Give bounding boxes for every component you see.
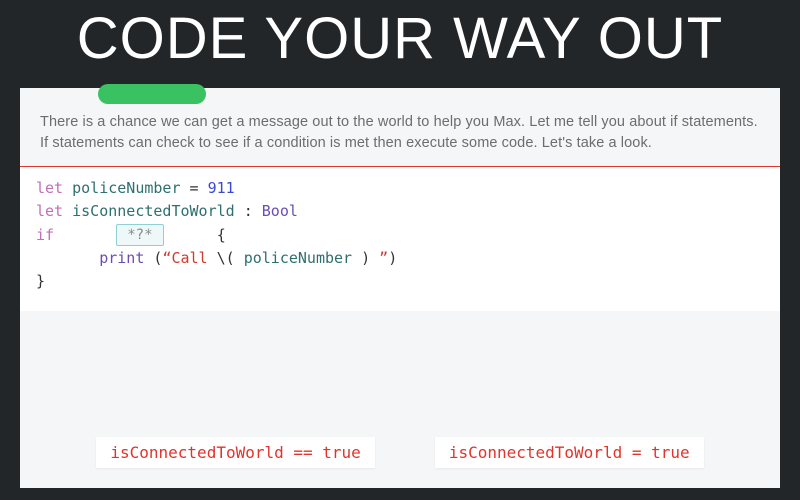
- ident-isConnectedToWorld: isConnectedToWorld: [72, 202, 235, 220]
- brace-open: {: [217, 226, 226, 244]
- lesson-panel: There is a chance we can get a message o…: [20, 88, 780, 488]
- ident-policeNumber: policeNumber: [72, 179, 180, 197]
- paren-close: ): [388, 249, 397, 267]
- keyword-let: let: [36, 179, 63, 197]
- answer-tray: isConnectedToWorld == true isConnectedTo…: [20, 437, 780, 468]
- interp-close: ): [361, 249, 370, 267]
- brace-close: }: [36, 272, 45, 290]
- interp-open: \(: [217, 249, 235, 267]
- literal-911: 911: [208, 179, 235, 197]
- code-line-2: let isConnectedToWorld : Bool: [36, 200, 764, 223]
- code-line-3: if *?* {: [36, 224, 764, 247]
- blank-slot[interactable]: *?*: [116, 224, 163, 246]
- game-stage: CODE YOUR WAY OUT There is a chance we c…: [0, 0, 800, 500]
- fn-print: print: [99, 249, 144, 267]
- paren-open: (: [144, 249, 162, 267]
- interp-var: policeNumber: [235, 249, 361, 267]
- keyword-if: if: [36, 226, 54, 244]
- code-line-1: let policeNumber = 911: [36, 177, 764, 200]
- string-part-a: “Call: [162, 249, 216, 267]
- progress-pill: [98, 84, 206, 104]
- answer-option-eq[interactable]: isConnectedToWorld == true: [96, 437, 374, 468]
- keyword-let: let: [36, 202, 63, 220]
- type-bool: Bool: [262, 202, 298, 220]
- colon: :: [244, 202, 253, 220]
- page-title: CODE YOUR WAY OUT: [0, 0, 800, 68]
- op-assign: =: [190, 179, 199, 197]
- string-part-b: ”: [370, 249, 388, 267]
- answer-option-assign[interactable]: isConnectedToWorld = true: [435, 437, 704, 468]
- code-line-5: }: [36, 270, 764, 293]
- code-line-4: print (“Call \( policeNumber ) ”): [36, 247, 764, 270]
- code-block: let policeNumber = 911 let isConnectedTo…: [20, 167, 780, 311]
